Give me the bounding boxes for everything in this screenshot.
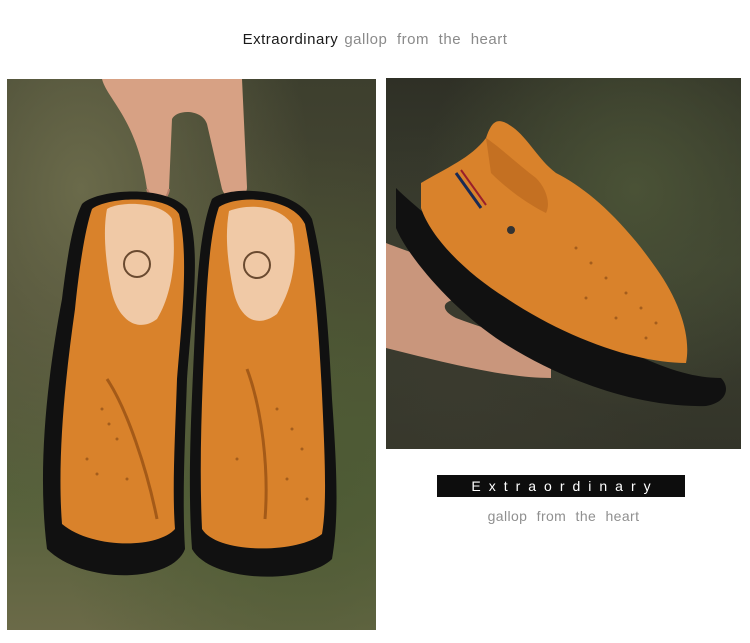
shoe-pair-illustration [42, 79, 337, 577]
heading-soft-text: gallop from the heart [344, 31, 508, 48]
product-photo-pair [7, 79, 376, 630]
page-heading: Extraordinary gallop from the heart [0, 31, 750, 48]
product-photo-side [386, 78, 741, 449]
headline-badge: Extraordinary [437, 475, 685, 497]
tagline-caption: gallop from the heart [487, 508, 640, 524]
heading-strong-text: Extraordinary [242, 31, 339, 48]
shoe-side-illustration [386, 121, 726, 407]
